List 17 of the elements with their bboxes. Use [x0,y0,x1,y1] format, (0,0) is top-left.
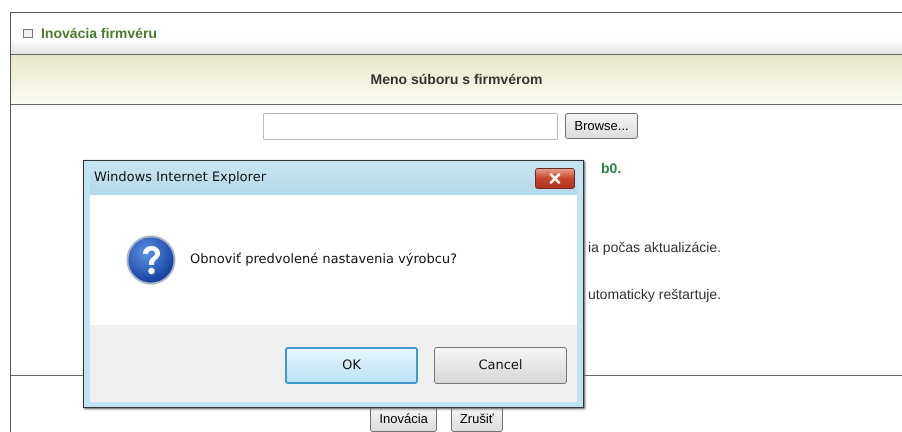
link-text[interactable]: b0. [601,158,622,179]
body-text: ia počas aktualizácie. [588,238,722,257]
cancel-button[interactable]: Cancel [434,347,567,384]
section-heading: Meno súboru s firmvérom [370,70,542,89]
panel-title: Inovácia firmvéru [41,24,157,43]
dialog-message: Obnoviť predvolené nastavenia výrobcu? [190,251,458,270]
file-path-field[interactable] [263,113,558,140]
question-icon [126,235,176,285]
close-icon [549,172,561,184]
upgrade-button[interactable]: Inovácia [370,406,437,432]
ok-button[interactable]: OK [285,347,418,384]
square-bullet-icon [23,29,33,38]
dialog-title: Windows Internet Explorer [93,169,266,188]
close-button[interactable] [535,168,575,188]
cancel-button[interactable]: Zrušiť [450,406,503,432]
body-text: utomaticky reštartuje. [588,285,722,304]
browse-button[interactable]: Browse... [565,113,638,139]
